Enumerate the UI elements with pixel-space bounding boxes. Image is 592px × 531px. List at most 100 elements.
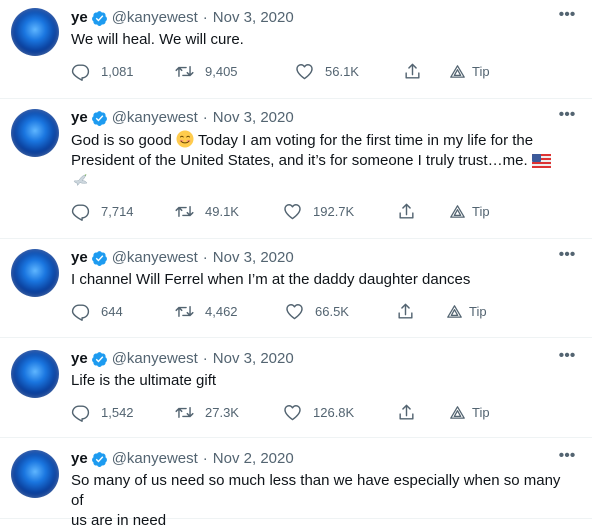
retweet-count: 27.3K — [205, 405, 239, 420]
share-button[interactable] — [403, 62, 449, 81]
tip-icon — [449, 404, 466, 421]
smiling-face-emoji — [176, 130, 194, 148]
tip-label: Tip — [472, 64, 490, 79]
retweet-count: 4,462 — [205, 304, 238, 319]
like-count: 56.1K — [325, 64, 359, 79]
separator: · — [202, 249, 208, 266]
reply-button[interactable]: 644 — [71, 302, 175, 321]
like-button[interactable]: 192.7K — [283, 202, 397, 221]
author-name[interactable]: ye — [71, 349, 88, 369]
reply-button[interactable]: 7,714 — [71, 202, 175, 221]
tweet[interactable]: ye @kanyewest · Nov 2, 2020 ••• So many … — [0, 438, 592, 529]
tip-button[interactable]: Tip — [449, 63, 490, 80]
like-count: 192.7K — [313, 204, 355, 219]
tip-button[interactable]: Tip — [449, 404, 490, 421]
tweet-header: ye @kanyewest · Nov 2, 2020 — [71, 449, 294, 469]
separator: · — [202, 450, 208, 467]
tip-label: Tip — [472, 405, 490, 420]
author-handle[interactable]: @kanyewest — [112, 449, 198, 469]
tweet-text-line: us are in need — [71, 512, 167, 529]
tweet-actions: 1,081 9,405 56.1K Tip — [71, 62, 501, 81]
tip-button[interactable]: Tip — [449, 203, 490, 220]
reply-icon — [71, 202, 90, 221]
avatar[interactable] — [11, 450, 59, 498]
avatar[interactable] — [11, 8, 59, 56]
tweet[interactable]: ye @kanyewest · Nov 3, 2020 ••• God is s… — [0, 99, 592, 239]
separator: · — [202, 109, 208, 126]
avatar[interactable] — [11, 350, 59, 398]
like-button[interactable]: 126.8K — [283, 403, 397, 422]
tweet-text: So many of us need so much less than we … — [71, 471, 576, 531]
author-name[interactable]: ye — [71, 8, 88, 28]
retweet-icon — [175, 302, 194, 321]
tweet-text-part: God is so good — [71, 132, 172, 149]
tweet-text: Life is the ultimate gift — [71, 372, 217, 389]
us-flag-emoji — [531, 154, 551, 168]
author-name[interactable]: ye — [71, 449, 88, 469]
reply-count: 1,081 — [101, 64, 134, 79]
verified-badge-icon — [91, 250, 108, 267]
tip-button[interactable]: Tip — [446, 303, 487, 320]
retweet-button[interactable]: 9,405 — [175, 62, 295, 81]
more-icon[interactable]: ••• — [558, 448, 576, 469]
verified-badge-icon — [91, 10, 108, 27]
share-icon — [403, 62, 422, 81]
more-icon[interactable]: ••• — [558, 247, 576, 268]
tweet-header: ye @kanyewest · Nov 3, 2020 — [71, 8, 294, 28]
tweet-text: God is so good Today I am voting for the… — [71, 130, 576, 192]
more-icon[interactable]: ••• — [558, 107, 576, 128]
verified-badge-icon — [91, 351, 108, 368]
like-button[interactable]: 66.5K — [285, 302, 396, 321]
share-button[interactable] — [397, 202, 449, 221]
avatar[interactable] — [11, 249, 59, 297]
share-button[interactable] — [397, 403, 449, 422]
retweet-button[interactable]: 49.1K — [175, 202, 283, 221]
author-handle[interactable]: @kanyewest — [112, 108, 198, 128]
tip-icon — [449, 203, 466, 220]
retweet-icon — [175, 403, 194, 422]
share-icon — [397, 403, 416, 422]
like-count: 126.8K — [313, 405, 355, 420]
like-button[interactable]: 56.1K — [295, 62, 403, 81]
tweet-actions: 7,714 49.1K 192.7K Tip — [71, 202, 501, 221]
tweet-date[interactable]: Nov 3, 2020 — [213, 8, 294, 28]
tweet-date[interactable]: Nov 2, 2020 — [213, 449, 294, 469]
verified-badge-icon — [91, 451, 108, 468]
author-name[interactable]: ye — [71, 108, 88, 128]
share-icon — [397, 202, 416, 221]
reply-button[interactable]: 1,542 — [71, 403, 175, 422]
retweet-button[interactable]: 27.3K — [175, 403, 283, 422]
share-icon — [396, 302, 415, 321]
tweet-header: ye @kanyewest · Nov 3, 2020 — [71, 349, 294, 369]
more-icon[interactable]: ••• — [558, 7, 576, 28]
avatar[interactable] — [11, 109, 59, 157]
reply-icon — [71, 62, 90, 81]
tweet[interactable]: ye @kanyewest · Nov 3, 2020 ••• Life is … — [0, 338, 592, 438]
tweet-text: I channel Will Ferrel when I’m at the da… — [71, 271, 471, 288]
tip-label: Tip — [469, 304, 487, 319]
reply-icon — [71, 403, 90, 422]
retweet-icon — [175, 202, 194, 221]
tip-label: Tip — [472, 204, 490, 219]
reply-icon — [71, 302, 90, 321]
tweet-date[interactable]: Nov 3, 2020 — [213, 349, 294, 369]
tweet-date[interactable]: Nov 3, 2020 — [213, 248, 294, 268]
tweet-actions: 644 4,462 66.5K Tip — [71, 302, 501, 321]
separator: · — [202, 9, 208, 26]
tweet[interactable]: ye @kanyewest · Nov 3, 2020 ••• We will … — [0, 0, 592, 99]
author-handle[interactable]: @kanyewest — [112, 349, 198, 369]
tweet-actions: 1,542 27.3K 126.8K Tip — [71, 403, 501, 422]
share-button[interactable] — [396, 302, 446, 321]
tweet-header: ye @kanyewest · Nov 3, 2020 — [71, 248, 294, 268]
author-name[interactable]: ye — [71, 248, 88, 268]
more-icon[interactable]: ••• — [558, 348, 576, 369]
tweet[interactable]: ye @kanyewest · Nov 3, 2020 ••• I channe… — [0, 239, 592, 338]
author-handle[interactable]: @kanyewest — [112, 248, 198, 268]
like-icon — [283, 202, 302, 221]
retweet-button[interactable]: 4,462 — [175, 302, 285, 321]
author-handle[interactable]: @kanyewest — [112, 8, 198, 28]
tip-icon — [446, 303, 463, 320]
reply-button[interactable]: 1,081 — [71, 62, 175, 81]
tweet-date[interactable]: Nov 3, 2020 — [213, 108, 294, 128]
verified-badge-icon — [91, 110, 108, 127]
